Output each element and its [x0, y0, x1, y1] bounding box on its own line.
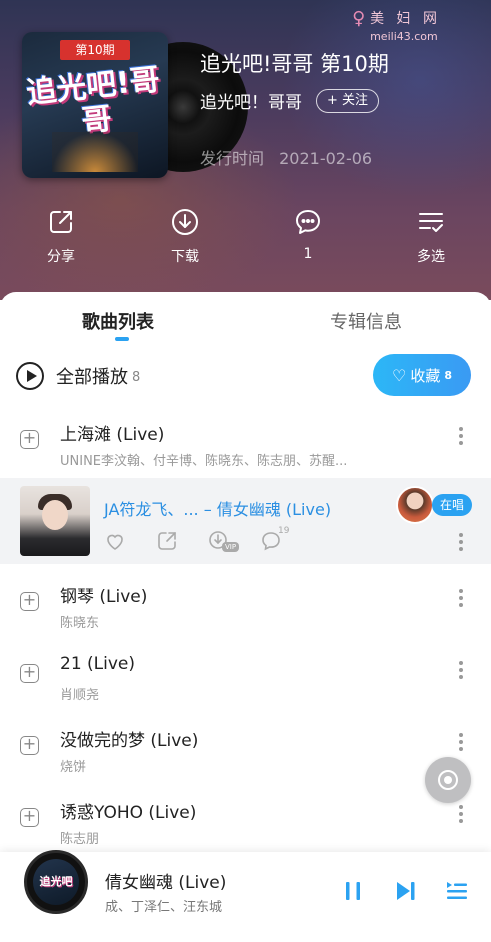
- comment-icon: [296, 210, 320, 234]
- play-circle-icon: [16, 362, 44, 390]
- singer-thumbnail[interactable]: [20, 486, 90, 556]
- download-vip-button[interactable]: VIP: [208, 530, 260, 552]
- song-list-sheet: 歌曲列表 专辑信息 全部播放 8 ♡ 收藏 8 + 上海滩 (Live) UNI…: [0, 292, 491, 942]
- song-row[interactable]: + 钢琴 (Live) 陈晓东: [0, 572, 491, 644]
- share-icon: [158, 532, 176, 550]
- mini-disc-art: 追光吧: [33, 859, 79, 905]
- next-track-icon: [397, 882, 415, 900]
- playlist-icon: [447, 882, 467, 899]
- next-track-button[interactable]: [392, 878, 418, 904]
- vip-badge: VIP: [222, 542, 240, 552]
- singer-avatar[interactable]: [396, 486, 434, 524]
- singing-badge[interactable]: 在唱: [432, 494, 473, 516]
- song-comment-count: 19: [278, 526, 290, 536]
- artist-row: 追光吧！哥哥 + 关注: [200, 88, 380, 113]
- song-artist: UNINE李汶翰、付辛博、陈晓东、陈志朋、苏醒...: [60, 454, 348, 469]
- mini-player-title: 倩女幽魂 (Live): [105, 873, 227, 893]
- mini-player-artist: 成、丁泽仁、汪东城: [105, 900, 223, 915]
- multi-select-icon: [419, 213, 443, 232]
- more-options-icon[interactable]: [452, 586, 470, 614]
- more-options-icon[interactable]: [452, 658, 470, 686]
- playlist-button[interactable]: [444, 878, 470, 904]
- play-all-label: 全部播放: [56, 367, 128, 388]
- download-label: 下载: [171, 249, 199, 265]
- multi-select-button[interactable]: 多选: [401, 208, 461, 266]
- artist-name[interactable]: 追光吧！哥哥: [200, 88, 302, 113]
- song-title: 上海滩 (Live): [60, 425, 165, 445]
- add-to-playlist-icon[interactable]: +: [20, 808, 39, 827]
- song-comment-button[interactable]: 19: [260, 526, 312, 552]
- song-row[interactable]: + 上海滩 (Live) UNINE李汶翰、付辛博、陈晓东、陈志朋、苏醒...: [0, 410, 491, 482]
- song-artist: 烧饼: [60, 760, 87, 775]
- song-artist: 陈晓东: [60, 616, 100, 631]
- add-to-playlist-icon[interactable]: +: [20, 664, 39, 683]
- mini-player-disc[interactable]: 追光吧: [24, 850, 88, 914]
- site-watermark: ♀ 美 妇 网 meili43.com: [352, 8, 441, 43]
- song-title: 钢琴 (Live): [60, 587, 148, 607]
- play-all-count: 8: [132, 370, 141, 385]
- share-icon: [50, 211, 72, 233]
- share-label: 分享: [47, 249, 75, 265]
- more-options-icon[interactable]: [452, 730, 470, 758]
- comment-count: 1: [303, 246, 313, 262]
- watermark-url: meili43.com: [370, 30, 438, 43]
- watermark-logo-icon: ♀: [352, 8, 366, 29]
- share-button[interactable]: 分享: [31, 208, 91, 266]
- add-to-playlist-icon[interactable]: +: [20, 430, 39, 449]
- now-playing-actions: VIP 19: [104, 526, 312, 552]
- release-info: 发行时间 2021-02-06: [200, 145, 372, 169]
- cover-stage-glow: [52, 132, 138, 172]
- now-playing-row[interactable]: JA符龙飞、... – 倩女幽魂 (Live) VIP 19 在唱: [0, 478, 491, 564]
- more-options-icon[interactable]: [452, 424, 470, 452]
- heart-outline-icon: [107, 534, 123, 550]
- collect-count: 8: [444, 368, 452, 382]
- locate-current-song-button[interactable]: [425, 757, 471, 803]
- add-to-playlist-icon[interactable]: +: [20, 592, 39, 611]
- tab-songs[interactable]: 歌曲列表: [82, 308, 154, 334]
- release-date: 2021-02-06: [279, 149, 373, 168]
- watermark-title: 美 妇 网: [370, 11, 441, 27]
- share-song-button[interactable]: [156, 530, 208, 552]
- pause-button[interactable]: [340, 878, 366, 904]
- heart-icon: ♡: [391, 365, 407, 385]
- album-title: 追光吧!哥哥 第10期: [200, 52, 389, 76]
- multi-select-label: 多选: [417, 249, 445, 265]
- song-title: 没做完的梦 (Live): [60, 731, 199, 751]
- more-options-icon[interactable]: [452, 802, 470, 830]
- comment-button[interactable]: 1: [278, 208, 338, 262]
- album-actions-bar: 分享 下载 1 多选: [0, 208, 491, 278]
- active-tab-indicator: [115, 337, 129, 341]
- download-button[interactable]: 下载: [155, 208, 215, 266]
- song-title: 诱惑YOHO (Live): [60, 803, 197, 823]
- more-options-icon[interactable]: [452, 530, 470, 558]
- now-playing-title: JA符龙飞、... – 倩女幽魂 (Live): [104, 500, 332, 519]
- song-row[interactable]: + 诱惑YOHO (Live) 陈志朋: [0, 788, 491, 860]
- collect-button[interactable]: ♡ 收藏 8: [373, 354, 471, 396]
- song-title: 21 (Live): [60, 654, 136, 674]
- cover-episode-badge: 第10期: [60, 40, 130, 60]
- like-button[interactable]: [104, 530, 156, 552]
- play-all-button[interactable]: 全部播放 8: [16, 362, 140, 390]
- collect-label: 收藏: [410, 366, 441, 385]
- song-row[interactable]: + 没做完的梦 (Live) 烧饼: [0, 716, 491, 788]
- album-header: 第10期 追光吧!哥哥 追光吧!哥哥 第10期 追光吧！哥哥 + 关注 发行时间…: [0, 0, 491, 300]
- album-cover[interactable]: 第10期 追光吧!哥哥: [22, 32, 168, 178]
- download-icon: [172, 209, 198, 235]
- song-artist: 陈志朋: [60, 832, 100, 847]
- song-artist: 肖顺尧: [60, 688, 100, 703]
- mini-player[interactable]: 追光吧 倩女幽魂 (Live) 成、丁泽仁、汪东城: [0, 850, 491, 942]
- pause-icon: [346, 882, 360, 900]
- release-label: 发行时间: [200, 149, 265, 168]
- song-row[interactable]: + 21 (Live) 肖顺尧: [0, 644, 491, 716]
- tab-album-info[interactable]: 专辑信息: [330, 308, 402, 334]
- follow-button[interactable]: + 关注: [316, 88, 380, 113]
- add-to-playlist-icon[interactable]: +: [20, 736, 39, 755]
